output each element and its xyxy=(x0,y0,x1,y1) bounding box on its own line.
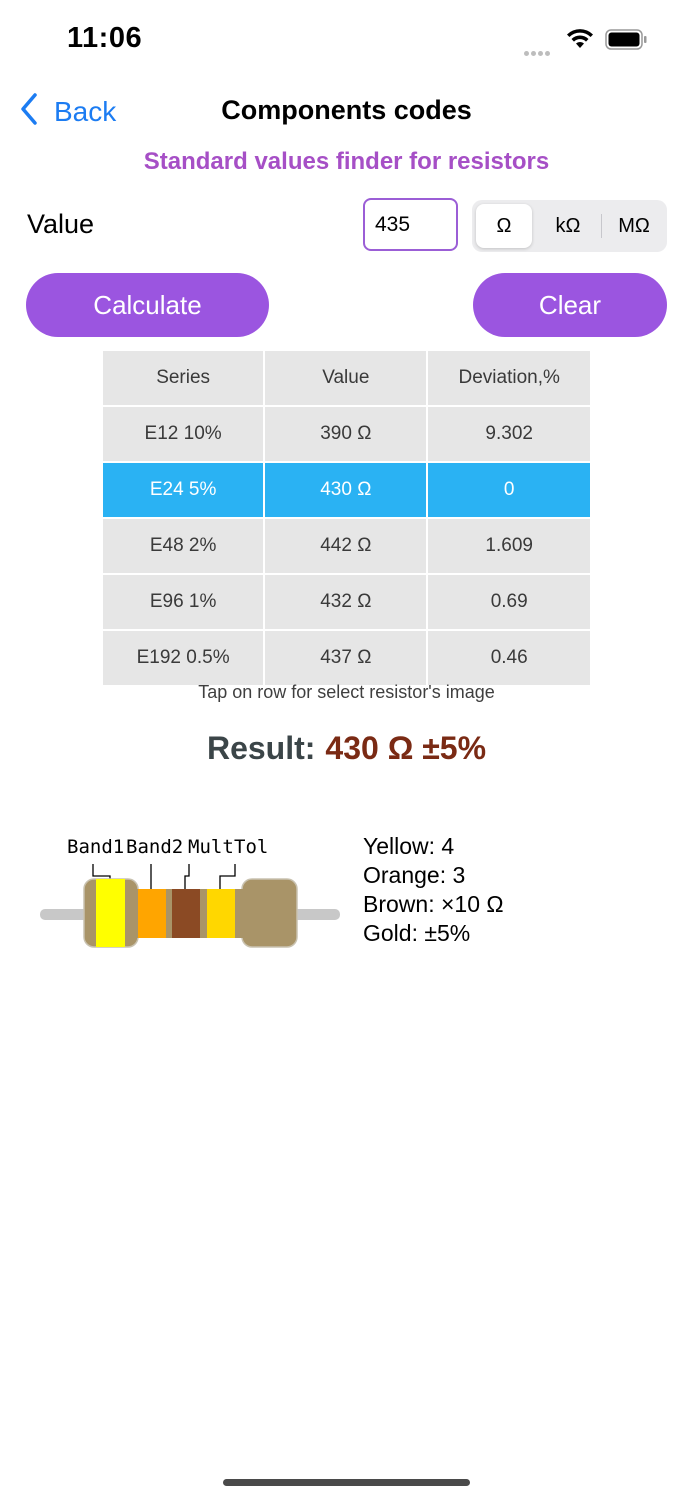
value-input[interactable]: 435 xyxy=(363,198,458,251)
cell-series: E192 0.5% xyxy=(100,629,266,687)
cell-deviation: 0.46 xyxy=(426,629,592,687)
decode-band2: Orange: 3 xyxy=(363,862,466,888)
page-title: Components codes xyxy=(221,95,472,125)
table-row[interactable]: E96 1% 432 Ω 0.69 xyxy=(100,573,592,631)
result-label: Result: xyxy=(206,730,316,766)
series-table: Series Value Deviation,% E12 10% 390 Ω 9… xyxy=(100,349,592,687)
cell-series: E12 10% xyxy=(100,405,266,463)
clear-button[interactable]: Clear xyxy=(473,273,667,337)
mult-label: Mult xyxy=(188,836,234,858)
result-value: 430 Ω ±5% xyxy=(325,730,487,766)
battery-icon xyxy=(605,29,647,50)
cell-series: E48 2% xyxy=(100,517,266,575)
status-time: 11:06 xyxy=(67,22,143,54)
calculate-button[interactable]: Calculate xyxy=(26,273,269,337)
unit-mohm-option[interactable]: MΩ xyxy=(604,204,664,248)
cell-value: 432 Ω xyxy=(263,573,429,631)
band2-label: Band2 xyxy=(126,836,184,858)
unit-ohm-option[interactable]: Ω xyxy=(476,204,532,248)
decode-multiplier: Brown: ×10 Ω xyxy=(363,891,504,917)
value-label: Value xyxy=(27,209,95,239)
cell-deviation: 0.69 xyxy=(426,573,592,631)
cell-value: 437 Ω xyxy=(263,629,429,687)
color-decode-list: Yellow: 4 Orange: 3 Brown: ×10 Ω Gold: ±… xyxy=(363,832,504,948)
segment-divider xyxy=(601,214,602,238)
header-series: Series xyxy=(100,349,266,407)
unit-kohm-option[interactable]: kΩ xyxy=(536,204,600,248)
cell-series: E96 1% xyxy=(100,573,266,631)
header-value: Value xyxy=(263,349,429,407)
cell-series: E24 5% xyxy=(100,461,266,519)
tol-label: Tol xyxy=(234,836,269,858)
table-row-selected[interactable]: E24 5% 430 Ω 0 xyxy=(100,461,592,519)
resistor-image xyxy=(40,860,340,957)
decode-tolerance: Gold: ±5% xyxy=(363,920,471,946)
table-row[interactable]: E192 0.5% 437 Ω 0.46 xyxy=(100,629,592,687)
cell-value: 390 Ω xyxy=(263,405,429,463)
cell-deviation: 0 xyxy=(426,461,592,519)
wifi-icon xyxy=(565,27,595,54)
table-header-row: Series Value Deviation,% xyxy=(100,349,592,407)
table-row[interactable]: E12 10% 390 Ω 9.302 xyxy=(100,405,592,463)
table-row[interactable]: E48 2% 442 Ω 1.609 xyxy=(100,517,592,575)
result-line: Result: 430 Ω ±5% xyxy=(0,730,693,767)
cellular-signal-icon xyxy=(524,43,558,56)
cell-deviation: 1.609 xyxy=(426,517,592,575)
band1-label: Band1 xyxy=(67,836,125,858)
subtitle: Standard values finder for resistors xyxy=(143,148,550,175)
unit-selector[interactable]: Ω kΩ MΩ xyxy=(472,200,667,252)
header-deviation: Deviation,% xyxy=(426,349,592,407)
decode-band1: Yellow: 4 xyxy=(363,833,455,859)
hint-text: Tap on row for select resistor's image xyxy=(198,682,495,702)
home-indicator[interactable] xyxy=(223,1479,470,1486)
cell-deviation: 9.302 xyxy=(426,405,592,463)
cell-value: 430 Ω xyxy=(263,461,429,519)
cell-value: 442 Ω xyxy=(263,517,429,575)
band-labels: Band1 Band2 Mult Tol xyxy=(67,836,277,860)
